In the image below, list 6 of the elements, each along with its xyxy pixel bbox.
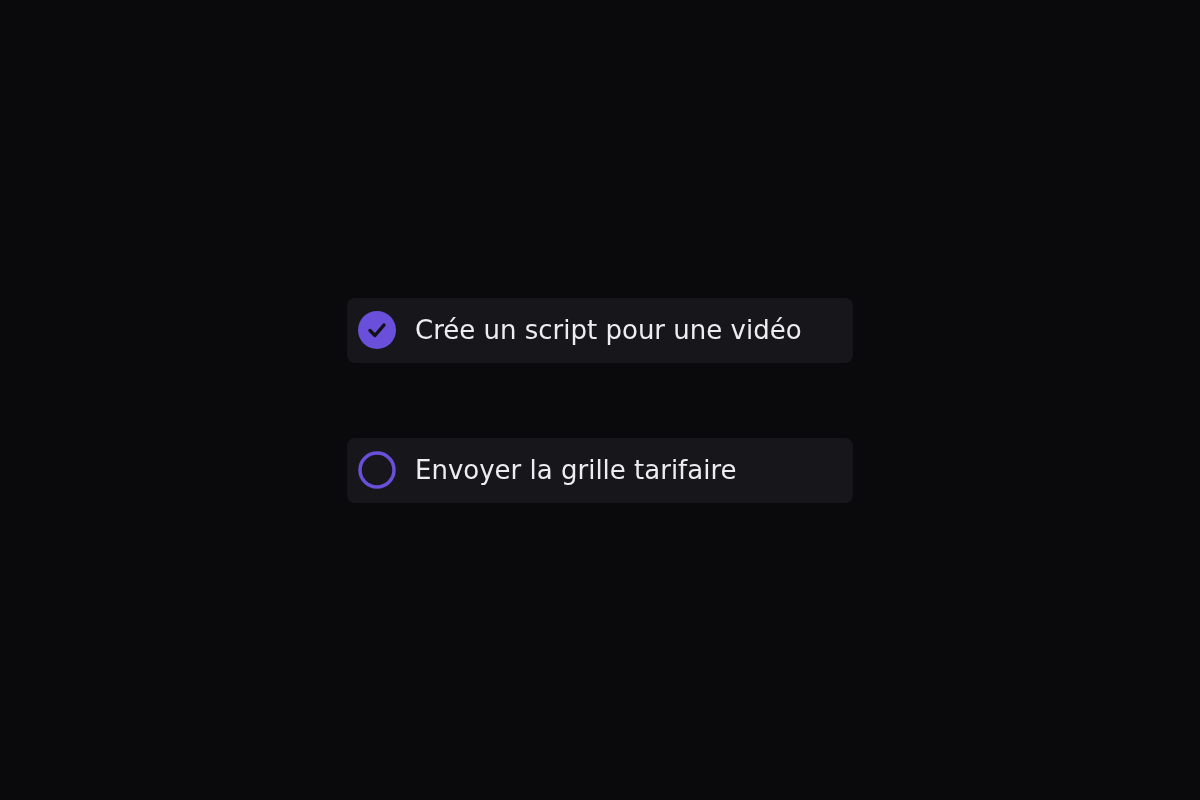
task-item[interactable]: Crée un script pour une vidéo xyxy=(347,297,853,363)
task-label: Envoyer la grille tarifaire xyxy=(415,455,737,485)
task-item[interactable]: Envoyer la grille tarifaire xyxy=(347,437,853,503)
checked-checkbox[interactable] xyxy=(358,311,396,349)
task-label: Crée un script pour une vidéo xyxy=(415,315,802,345)
checkbox[interactable] xyxy=(358,451,396,489)
